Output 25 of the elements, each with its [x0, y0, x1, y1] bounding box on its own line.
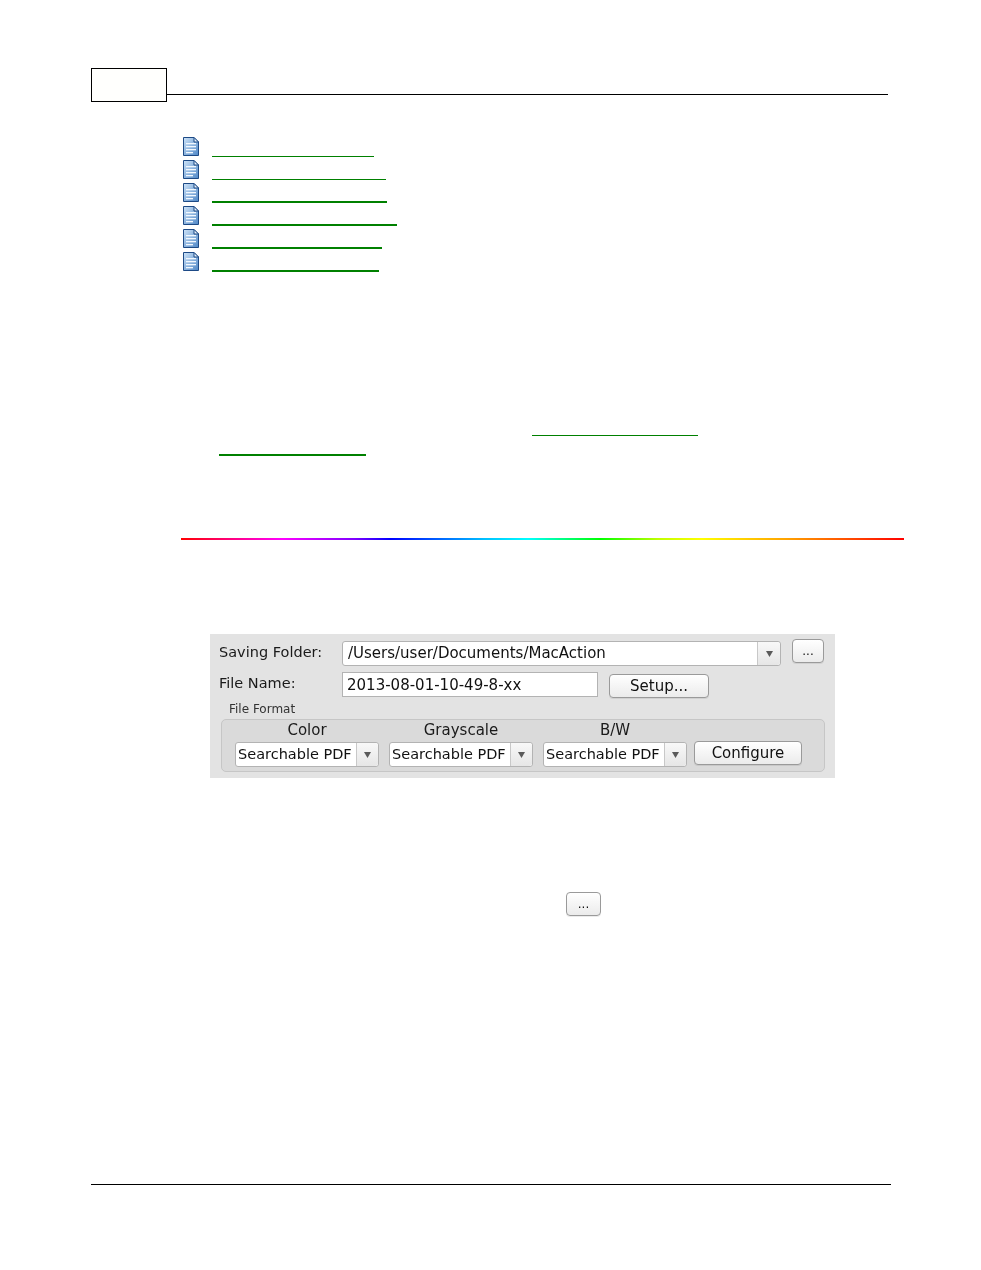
format-popup[interactable]: Searchable PDF [543, 742, 687, 767]
document-icon [183, 160, 199, 179]
field-label: Saving Folder: [219, 643, 324, 661]
caret-icon [672, 751, 679, 758]
setup-button[interactable]: Setup... [609, 674, 709, 698]
column-label: Color [287, 721, 327, 739]
caret-icon [364, 751, 371, 758]
caret-icon [518, 751, 525, 758]
file-name-field[interactable]: 2013-08-01-10-49-8-xx [342, 672, 598, 697]
document-icon [183, 183, 199, 202]
caret-icon [765, 650, 773, 657]
field-label: File Name: [219, 674, 297, 692]
document-icon [183, 137, 199, 156]
document-icon [183, 229, 199, 248]
column-label: B/W [599, 721, 631, 739]
browse-button[interactable]: ... [792, 639, 824, 663]
configure-button[interactable]: Configure [694, 741, 802, 765]
format-popup[interactable]: Searchable PDF [389, 742, 533, 767]
document-icon [183, 252, 199, 271]
group-label: File Format [229, 702, 296, 716]
folder-path-combo[interactable]: /Users/user/Documents/MacAction [342, 641, 781, 666]
document-icon [183, 206, 199, 225]
browse-button[interactable]: ... [566, 892, 601, 916]
column-label: Grayscale [423, 721, 499, 739]
format-popup[interactable]: Searchable PDF [235, 742, 379, 767]
